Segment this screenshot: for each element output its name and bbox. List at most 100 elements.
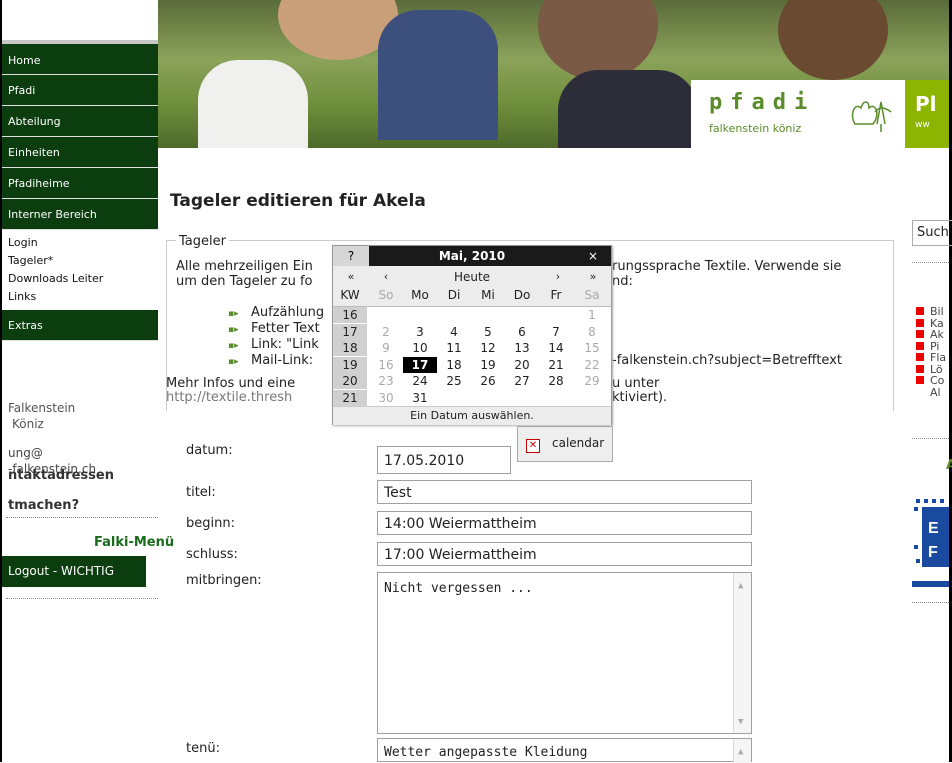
nav-einheiten[interactable]: Einheiten — [2, 137, 158, 168]
prev-month-button[interactable]: ‹ — [369, 266, 403, 286]
calendar-day — [539, 307, 573, 323]
calendar-day — [505, 390, 539, 406]
calendar-day — [575, 390, 609, 406]
textile-link[interactable]: http://textile.thresh — [166, 390, 292, 405]
intro-text: nd: — [612, 274, 633, 289]
fleur-de-lis-icon — [851, 101, 892, 132]
titel-label: titel: — [186, 485, 216, 500]
calendar-day[interactable]: 9 — [369, 340, 403, 356]
date-picker-popup[interactable]: ? Mai, 2010 × « ‹ Heute › » KW So Mo Di Mi Do… — [332, 245, 612, 425]
calendar-day — [437, 307, 471, 323]
right-link-item[interactable]: Al — [916, 386, 941, 399]
search-input[interactable]: Such — [912, 220, 952, 246]
calendar-day[interactable]: 19 — [471, 357, 505, 373]
nav-interner-bereich[interactable]: Interner Bereich — [2, 199, 158, 230]
calendar-day[interactable]: 31 — [403, 390, 437, 406]
kontaktadressen-link[interactable]: ntaktadressen — [8, 468, 114, 483]
right-accent-letter: A — [946, 458, 952, 473]
tenue-textarea[interactable]: Wetter angepasste Kleidung ▲ — [377, 738, 752, 763]
nav-abteilung[interactable]: Abteilung — [2, 106, 158, 137]
scroll-up-icon[interactable]: ▲ — [738, 581, 743, 591]
prev-year-button[interactable]: « — [333, 266, 369, 286]
red-square-icon — [916, 330, 924, 338]
pfadi-logo[interactable]: pfadi falkenstein köniz — [691, 80, 905, 148]
mail-link-example: -falkenstein.ch?subject=Betrefftext — [612, 353, 842, 368]
calendar-day[interactable]: 10 — [403, 340, 437, 356]
nav-pfadiheime[interactable]: Pfadiheime — [2, 168, 158, 199]
red-square-icon — [916, 341, 924, 350]
bullet-icon: ▪▸ — [228, 357, 239, 367]
calendar-button[interactable]: ✕ calendar — [517, 426, 613, 462]
calendar-day[interactable]: 13 — [505, 340, 539, 356]
calendar-day[interactable]: 14 — [539, 340, 573, 356]
tenue-text: Wetter angepasste Kleidung — [384, 745, 588, 760]
calendar-day[interactable]: 23 — [369, 373, 403, 389]
schluss-input[interactable]: 17:00 Weiermattheim — [377, 542, 752, 566]
scroll-up-icon[interactable]: ▲ — [738, 747, 743, 757]
calendar-day[interactable]: 20 — [505, 357, 539, 373]
nav-sub-login[interactable]: Login — [2, 234, 158, 252]
calendar-day[interactable]: 15 — [575, 340, 609, 356]
calendar-day[interactable]: 21 — [539, 357, 573, 373]
calendar-day[interactable]: 27 — [505, 373, 539, 389]
calendar-day — [369, 307, 403, 323]
mitbringen-textarea[interactable]: Nicht vergessen ... ▲ ▼ — [377, 572, 752, 734]
logout-button[interactable]: Logout - WICHTIG — [2, 556, 146, 587]
calendar-day[interactable]: 25 — [437, 373, 471, 389]
photo-shape — [558, 70, 698, 148]
calendar-day[interactable]: 28 — [539, 373, 573, 389]
calendar-day[interactable]: 6 — [505, 324, 539, 340]
europe-logo-icon[interactable]: E F — [912, 497, 949, 589]
calendar-day[interactable]: 22 — [575, 357, 609, 373]
calendar-day[interactable]: 17 — [403, 356, 437, 373]
more-info-text: Mehr Infos und eine — [166, 376, 296, 391]
calendar-nav-row: « ‹ Heute › » — [333, 266, 611, 286]
nav-extras[interactable]: Extras — [2, 310, 158, 341]
more-info-text: ktiviert). — [612, 390, 668, 405]
mitmachen-link[interactable]: tmachen? — [8, 498, 79, 513]
calendar-day[interactable]: 18 — [437, 357, 471, 373]
datum-label: datum: — [186, 443, 233, 458]
calendar-day[interactable]: 8 — [575, 324, 609, 340]
calendar-close-button[interactable]: × — [575, 246, 611, 266]
calendar-day[interactable]: 3 — [403, 324, 437, 340]
calendar-day — [539, 390, 573, 406]
titel-input[interactable]: Test — [377, 480, 752, 504]
divider — [912, 602, 949, 603]
calendar-month-title: Mai, 2010 — [438, 249, 506, 263]
divider — [912, 262, 949, 263]
calendar-day[interactable]: 1 — [575, 307, 609, 323]
nav-pfadi[interactable]: Pfadi — [2, 75, 158, 106]
calendar-day[interactable]: 2 — [369, 324, 403, 340]
scroll-down-icon[interactable]: ▼ — [738, 717, 743, 727]
datum-input[interactable]: 17.05.2010 — [377, 446, 511, 474]
calendar-help-button[interactable]: ? — [333, 246, 369, 266]
nav-sub-links[interactable]: Links — [2, 288, 158, 306]
calendar-day[interactable]: 5 — [471, 324, 505, 340]
calendar-day[interactable]: 29 — [575, 373, 609, 389]
next-year-button[interactable]: » — [575, 266, 611, 286]
red-square-icon — [916, 353, 924, 361]
calendar-day[interactable]: 26 — [471, 373, 505, 389]
calendar-day[interactable]: 30 — [369, 390, 403, 406]
bullet-icon: ▪▸ — [228, 325, 239, 335]
calendar-weekday-row: KW So Mo Di Mi Do Fr Sa — [333, 286, 611, 307]
nav-home[interactable]: Home — [2, 40, 158, 75]
partner-logo[interactable]: Pl ww — [905, 80, 949, 148]
nav-sub-tageler[interactable]: Tageler* — [2, 252, 158, 270]
calendar-day[interactable]: 16 — [369, 357, 403, 373]
calendar-day[interactable]: 4 — [437, 324, 471, 340]
beginn-input[interactable]: 14:00 Weiermattheim — [377, 511, 752, 535]
calendar-day[interactable]: 24 — [403, 373, 437, 389]
calendar-day[interactable]: 7 — [539, 324, 573, 340]
nav-sub-downloads[interactable]: Downloads Leiter — [2, 270, 158, 288]
week-number: 18 — [333, 340, 367, 356]
calendar-day[interactable]: 11 — [437, 340, 471, 356]
scrollbar[interactable]: ▲ — [733, 739, 751, 763]
scrollbar[interactable]: ▲ ▼ — [733, 573, 751, 733]
today-button[interactable]: Heute — [403, 266, 541, 286]
next-month-button[interactable]: › — [541, 266, 575, 286]
calendar-day[interactable]: 12 — [471, 340, 505, 356]
intro-text: rungssprache Textile. Verwende sie — [612, 259, 842, 274]
red-square-icon — [916, 364, 924, 373]
